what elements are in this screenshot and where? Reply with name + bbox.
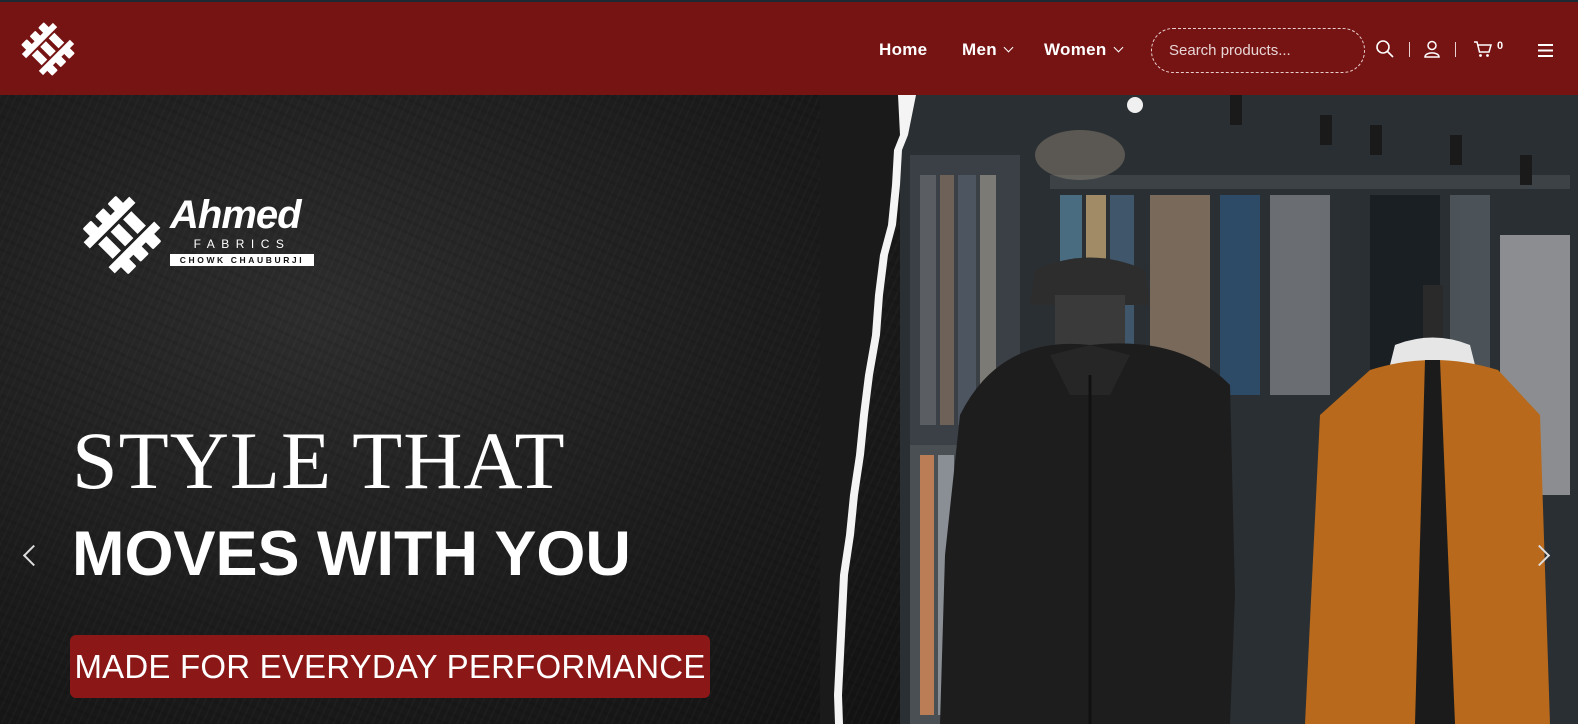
- nav-women-label: Women: [1044, 40, 1107, 59]
- cart-icon[interactable]: [1473, 39, 1493, 59]
- brand-subtitle: FABRICS: [193, 237, 291, 251]
- hero-brand-logo: Ahmed FABRICS CHOWK CHAUBURJI: [78, 191, 323, 281]
- search-box: [1151, 28, 1365, 73]
- chevron-down-icon: [1003, 42, 1014, 53]
- hero-headline: STYLE THAT: [72, 415, 566, 506]
- nav-men-label: Men: [962, 40, 997, 59]
- nav-men[interactable]: Men: [962, 38, 1014, 62]
- brand-knot-icon: [83, 196, 161, 274]
- hero-badge: MADE FOR EVERYDAY PERFORMANCE: [70, 635, 710, 698]
- hero-subheadline: MOVES WITH YOU: [72, 519, 631, 589]
- divider: [1409, 42, 1410, 57]
- nav-home-label: Home: [879, 40, 928, 59]
- brand-name: Ahmed: [170, 193, 302, 237]
- search-input[interactable]: [1169, 42, 1349, 59]
- nav-home[interactable]: Home: [879, 38, 927, 62]
- nav-women[interactable]: Women: [1044, 38, 1124, 62]
- hero-dark-panel: [0, 95, 900, 724]
- user-icon[interactable]: [1422, 39, 1442, 59]
- divider: [1455, 42, 1456, 57]
- brand-tagline: CHOWK CHAUBURJI: [170, 254, 314, 266]
- cart-count-badge: 0: [1497, 40, 1504, 52]
- hero-photo: [850, 95, 1578, 724]
- hero-slider: Ahmed FABRICS CHOWK CHAUBURJI STYLE THAT…: [0, 95, 1578, 724]
- store-interior-image: [900, 95, 1578, 724]
- menu-icon[interactable]: [1537, 41, 1557, 61]
- slider-next-arrow-icon[interactable]: [1532, 542, 1554, 568]
- chevron-down-icon: [1113, 42, 1124, 53]
- torn-edge-divider: [820, 95, 916, 724]
- site-header: Home Men Women 0: [0, 2, 1578, 95]
- brand-knot-icon[interactable]: [18, 19, 78, 79]
- search-icon[interactable]: [1375, 39, 1395, 59]
- slider-prev-arrow-icon[interactable]: [20, 542, 42, 568]
